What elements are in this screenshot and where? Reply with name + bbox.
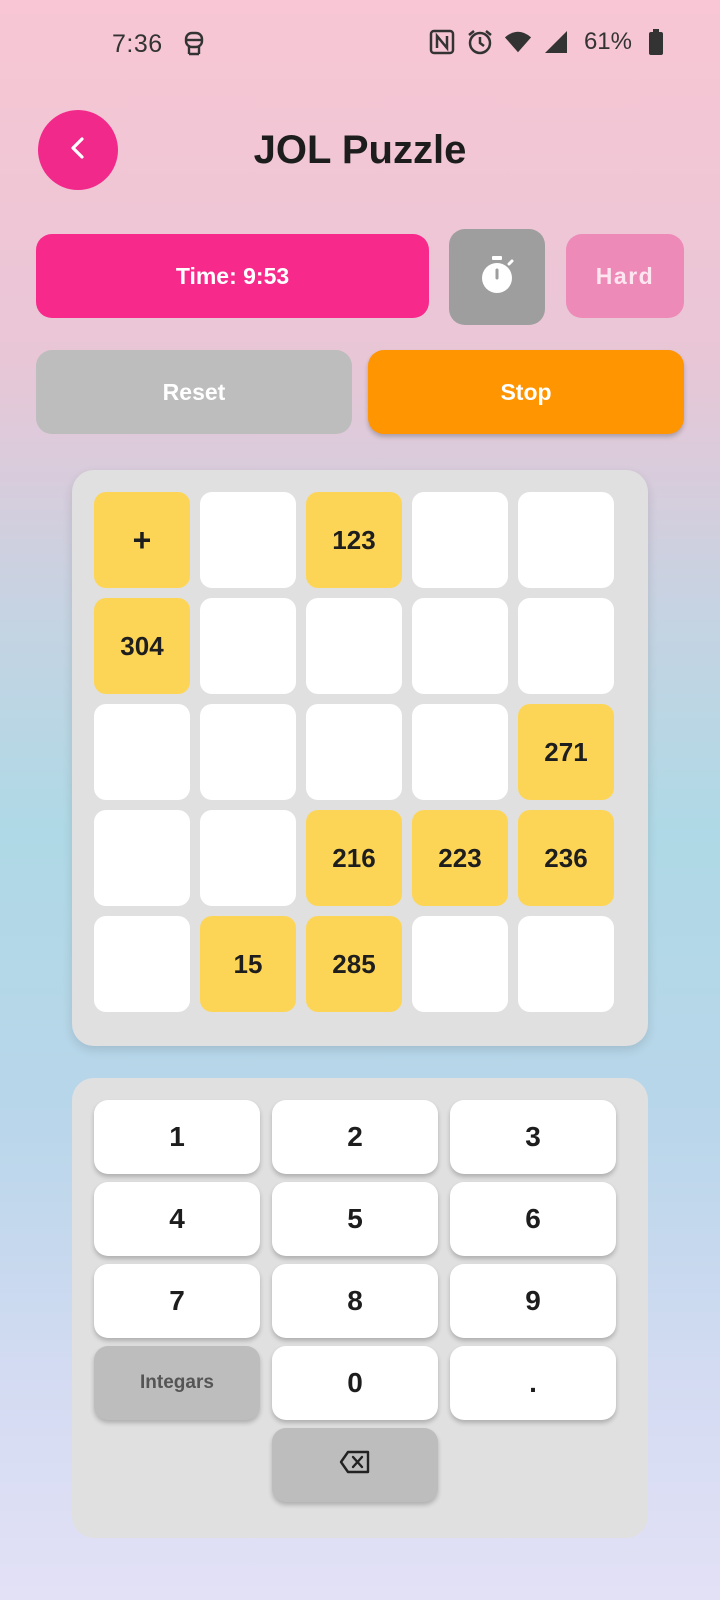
- integers-toggle-key[interactable]: Integars: [94, 1346, 260, 1420]
- empty-cell[interactable]: [94, 916, 190, 1012]
- timer-display: Time: 9:53: [36, 234, 429, 318]
- battery-percent: 61%: [583, 28, 632, 55]
- nfc-icon: [428, 28, 456, 56]
- filled-cell[interactable]: 15: [200, 916, 296, 1012]
- filled-cell[interactable]: 304: [94, 598, 190, 694]
- digit-key-4[interactable]: 4: [94, 1182, 260, 1256]
- empty-cell[interactable]: [306, 598, 402, 694]
- empty-cell[interactable]: [412, 704, 508, 800]
- filled-cell[interactable]: 271: [518, 704, 614, 800]
- stopwatch-icon: [477, 254, 517, 301]
- status-time: 7:36: [112, 30, 163, 58]
- filled-cell[interactable]: 285: [306, 916, 402, 1012]
- empty-cell[interactable]: [518, 598, 614, 694]
- filled-cell[interactable]: 223: [412, 810, 508, 906]
- digit-key-7[interactable]: 7: [94, 1264, 260, 1338]
- timer-button[interactable]: [449, 229, 545, 325]
- empty-cell[interactable]: [200, 704, 296, 800]
- digit-key-0[interactable]: 0: [272, 1346, 438, 1420]
- status-bar: 7:36 61%: [0, 0, 720, 92]
- backspace-key[interactable]: [272, 1428, 438, 1502]
- empty-cell[interactable]: [412, 492, 508, 588]
- digit-key-2[interactable]: 2: [272, 1100, 438, 1174]
- empty-cell[interactable]: [200, 492, 296, 588]
- digit-key-8[interactable]: 8: [272, 1264, 438, 1338]
- digit-key-1[interactable]: 1: [94, 1100, 260, 1174]
- empty-cell[interactable]: [518, 916, 614, 1012]
- keypad: 1 2 3 4 5 6 7 8 9 Integars 0.: [72, 1078, 648, 1538]
- empty-cell[interactable]: [412, 916, 508, 1012]
- status-icons: 61%: [428, 28, 670, 56]
- filled-cell[interactable]: 216: [306, 810, 402, 906]
- digit-key-6[interactable]: 6: [450, 1182, 616, 1256]
- empty-cell[interactable]: [200, 810, 296, 906]
- empty-cell[interactable]: [200, 598, 296, 694]
- operator-cell[interactable]: +: [94, 492, 190, 588]
- backspace-icon: [339, 1449, 371, 1481]
- empty-cell[interactable]: [94, 810, 190, 906]
- reset-button[interactable]: Reset: [36, 350, 352, 434]
- puzzle-grid: +123 304 271 216 223 236 15 285: [72, 470, 648, 1046]
- app-notification-icon: [182, 30, 206, 58]
- digit-key-9[interactable]: 9: [450, 1264, 616, 1338]
- stop-button[interactable]: Stop: [368, 350, 684, 434]
- difficulty-button[interactable]: Hard: [566, 234, 684, 318]
- battery-icon: [642, 28, 670, 56]
- decimal-key[interactable]: .: [450, 1346, 616, 1420]
- signal-icon: [542, 28, 570, 56]
- alarm-icon: [466, 28, 494, 56]
- filled-cell[interactable]: 236: [518, 810, 614, 906]
- empty-cell[interactable]: [518, 492, 614, 588]
- filled-cell[interactable]: 123: [306, 492, 402, 588]
- page-title: JOL Puzzle: [253, 128, 467, 172]
- wifi-icon: [504, 28, 532, 56]
- empty-cell[interactable]: [94, 704, 190, 800]
- empty-cell[interactable]: [412, 598, 508, 694]
- digit-key-5[interactable]: 5: [272, 1182, 438, 1256]
- empty-cell[interactable]: [306, 704, 402, 800]
- digit-key-3[interactable]: 3: [450, 1100, 616, 1174]
